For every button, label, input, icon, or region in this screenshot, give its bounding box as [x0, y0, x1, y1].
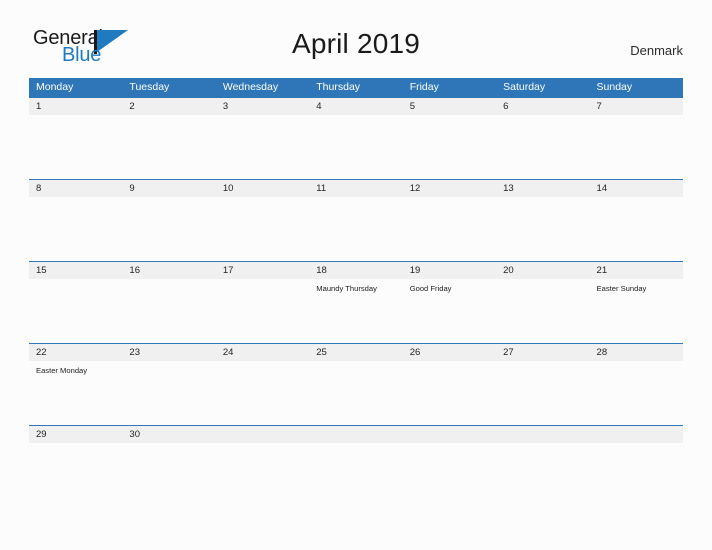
day-event-label: [590, 197, 683, 200]
day-number[interactable]: 10: [216, 180, 309, 197]
weekday-header-row: Monday Tuesday Wednesday Thursday Friday…: [29, 78, 683, 97]
page-header: General Blue April 2019 Denmark: [0, 0, 712, 74]
day-event-label: [216, 115, 309, 118]
day-event-label: [122, 279, 215, 295]
calendar-week-row: 1 2 3 4 5 6 7: [29, 97, 683, 179]
weekday-header-saturday: Saturday: [503, 81, 546, 93]
day-number[interactable]: 11: [309, 180, 402, 197]
calendar-week-row: 8 9 10 11 12 13 14: [29, 179, 683, 261]
day-event-label: [496, 197, 589, 200]
day-event-label: [309, 115, 402, 118]
day-event-label: [590, 361, 683, 377]
calendar-table: Monday Tuesday Wednesday Thursday Friday…: [29, 78, 683, 507]
day-event-label: [309, 197, 402, 200]
day-event-label: [403, 443, 496, 446]
day-number[interactable]: 9: [122, 180, 215, 197]
day-event-label: [403, 361, 496, 377]
weekday-header-sunday: Sunday: [596, 81, 633, 93]
day-number[interactable]: 18: [309, 262, 402, 279]
day-event-label: [496, 279, 589, 295]
country-label: Denmark: [630, 43, 683, 58]
day-number: [590, 426, 683, 443]
week-event-row: [29, 115, 683, 118]
day-number: [309, 426, 402, 443]
day-event-label: [590, 115, 683, 118]
day-event-label: [496, 115, 589, 118]
day-event-label: [309, 361, 402, 377]
day-number[interactable]: 19: [403, 262, 496, 279]
weekday-header-tuesday: Tuesday: [129, 81, 170, 93]
day-event-label: [216, 279, 309, 295]
day-number[interactable]: 25: [309, 344, 402, 361]
day-number: [216, 426, 309, 443]
calendar-week-row: 22 23 24 25 26 27 28 Easter Monday: [29, 343, 683, 425]
day-event-label: [590, 443, 683, 446]
day-number[interactable]: 28: [590, 344, 683, 361]
day-event-label: [403, 197, 496, 200]
week-date-band: 1 2 3 4 5 6 7: [29, 98, 683, 115]
day-number[interactable]: 16: [122, 262, 215, 279]
calendar-week-row: 29 30: [29, 425, 683, 507]
day-event-label: [403, 115, 496, 118]
day-event-label: [216, 197, 309, 200]
day-number[interactable]: 23: [122, 344, 215, 361]
day-event-label: [496, 443, 589, 446]
day-event-label: [29, 279, 122, 295]
day-number[interactable]: 6: [496, 98, 589, 115]
day-number[interactable]: 12: [403, 180, 496, 197]
week-date-band: 15 16 17 18 19 20 21: [29, 262, 683, 279]
day-number[interactable]: 7: [590, 98, 683, 115]
day-number[interactable]: 15: [29, 262, 122, 279]
day-event-label: Easter Sunday: [596, 284, 647, 293]
week-date-band: 29 30: [29, 426, 683, 443]
week-date-band: 8 9 10 11 12 13 14: [29, 180, 683, 197]
calendar-week-row: 15 16 17 18 19 20 21 Maundy Thursday Goo…: [29, 261, 683, 343]
day-event-label: [29, 115, 122, 118]
day-event-label: Maundy Thursday: [316, 284, 377, 293]
weekday-header-wednesday: Wednesday: [222, 81, 279, 93]
weekday-header-thursday: Thursday: [316, 81, 361, 93]
day-number[interactable]: 2: [122, 98, 215, 115]
day-number[interactable]: 8: [29, 180, 122, 197]
day-event-label: Good Friday: [409, 284, 452, 293]
day-event-label: [496, 361, 589, 377]
page-title: April 2019: [291, 28, 421, 59]
day-event-label: [122, 361, 215, 377]
day-number[interactable]: 24: [216, 344, 309, 361]
day-number[interactable]: 29: [29, 426, 122, 443]
day-number[interactable]: 21: [590, 262, 683, 279]
day-number[interactable]: 27: [496, 344, 589, 361]
day-event-label: [122, 197, 215, 200]
day-event-label: [122, 115, 215, 118]
day-number[interactable]: 3: [216, 98, 309, 115]
day-event-label: [122, 443, 215, 446]
day-event-label: [216, 443, 309, 446]
week-date-band: 22 23 24 25 26 27 28: [29, 344, 683, 361]
day-event-label: [29, 443, 122, 446]
day-number[interactable]: 5: [403, 98, 496, 115]
week-event-row: Easter Monday: [29, 361, 683, 377]
day-number[interactable]: 20: [496, 262, 589, 279]
day-number[interactable]: 30: [122, 426, 215, 443]
day-number[interactable]: 14: [590, 180, 683, 197]
day-event-label: [216, 361, 309, 377]
weekday-header-friday: Friday: [409, 81, 439, 93]
week-event-row: [29, 197, 683, 200]
day-event-label: [309, 443, 402, 446]
day-event-label: [29, 197, 122, 200]
day-number[interactable]: 22: [29, 344, 122, 361]
day-number[interactable]: 4: [309, 98, 402, 115]
day-number: [496, 426, 589, 443]
day-number[interactable]: 26: [403, 344, 496, 361]
week-event-row: [29, 443, 683, 446]
day-number[interactable]: 1: [29, 98, 122, 115]
weekday-header-monday: Monday: [36, 81, 74, 93]
day-number[interactable]: 17: [216, 262, 309, 279]
week-event-row: Maundy Thursday Good Friday Easter Sunda…: [29, 279, 683, 295]
day-event-label: Easter Monday: [36, 366, 88, 375]
day-number[interactable]: 13: [496, 180, 589, 197]
day-number: [403, 426, 496, 443]
